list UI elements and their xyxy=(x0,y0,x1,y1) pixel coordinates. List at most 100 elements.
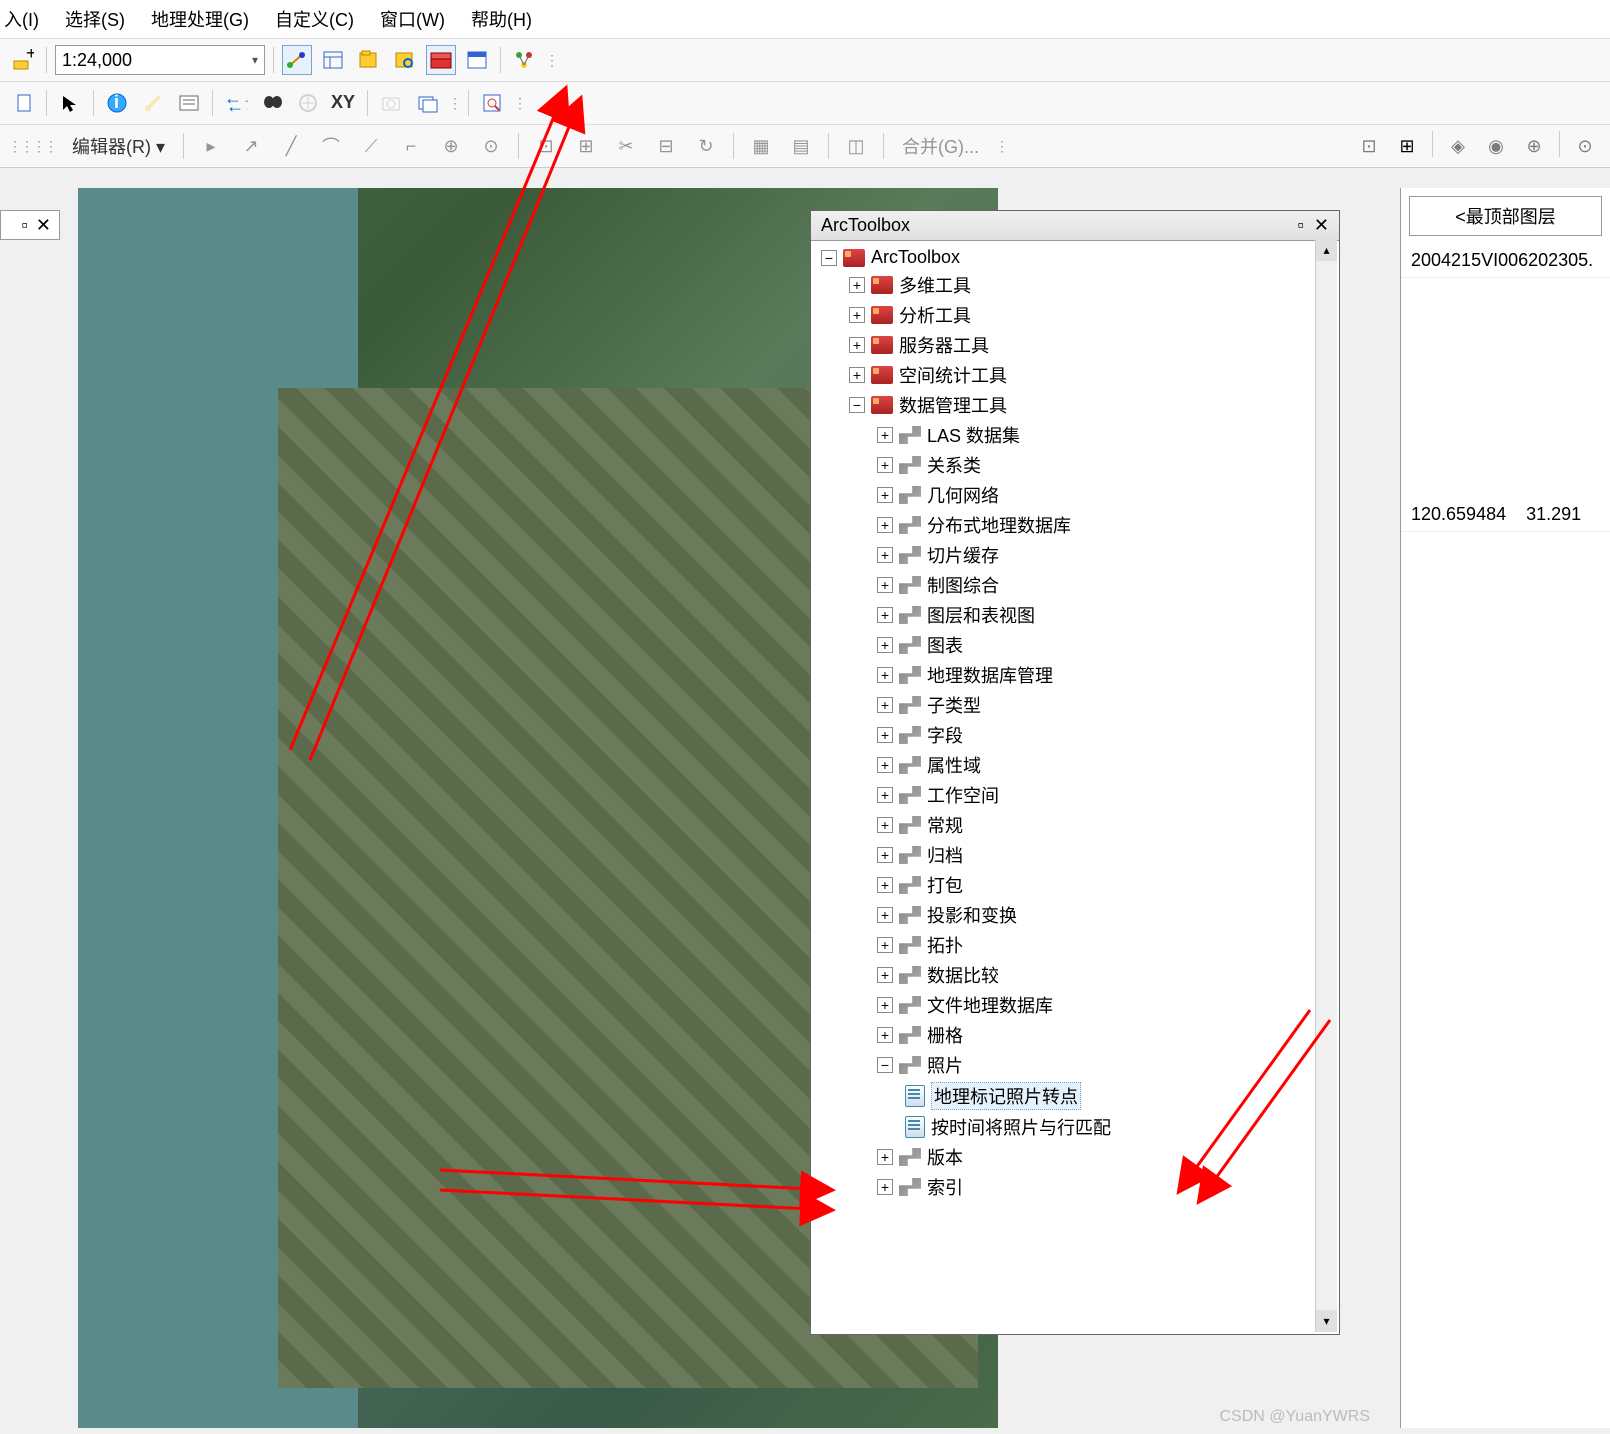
edit-annotation[interactable]: ↗ xyxy=(236,131,266,161)
tree-item[interactable]: +拓扑 xyxy=(813,930,1337,960)
attributes-button[interactable]: ▦ xyxy=(746,131,776,161)
tree-item[interactable]: +LAS 数据集 xyxy=(813,420,1337,450)
expand-icon[interactable]: + xyxy=(849,337,865,353)
tool-geotagged-photos[interactable]: 地理标记照片转点 xyxy=(813,1080,1337,1112)
expand-icon[interactable]: + xyxy=(877,907,893,923)
toolbox-tree[interactable]: −ArcToolbox +多维工具 +分析工具 +服务器工具 +空间统计工具 −… xyxy=(811,241,1339,1334)
scroll-up-button[interactable]: ▴ xyxy=(1316,239,1337,261)
create-features[interactable]: ◫ xyxy=(841,131,871,161)
straight-segment[interactable]: ╱ xyxy=(276,131,306,161)
tree-root[interactable]: −ArcToolbox xyxy=(813,245,1337,270)
reshape[interactable]: ⊞ xyxy=(571,131,601,161)
create-viewer-button[interactable] xyxy=(412,88,442,118)
expand-icon[interactable]: + xyxy=(877,997,893,1013)
end-point[interactable]: ⊙ xyxy=(476,131,506,161)
catalog-button[interactable] xyxy=(354,45,384,75)
expand-icon[interactable]: + xyxy=(877,967,893,983)
tree-item[interactable]: +归档 xyxy=(813,840,1337,870)
tree-item[interactable]: +分布式地理数据库 xyxy=(813,510,1337,540)
merge-menu[interactable]: 合并(G)... xyxy=(896,133,985,159)
trace-tool[interactable]: ⟋ xyxy=(356,131,386,161)
tree-item[interactable]: +数据比较 xyxy=(813,960,1337,990)
menu-help[interactable]: 帮助(H) xyxy=(467,4,536,34)
python-window-button[interactable] xyxy=(462,45,492,75)
expand-icon[interactable]: + xyxy=(877,727,893,743)
goto-xy-button[interactable]: XY xyxy=(329,88,359,118)
tree-item[interactable]: +制图综合 xyxy=(813,570,1337,600)
tree-item-photos[interactable]: −照片 xyxy=(813,1050,1337,1080)
tree-item[interactable]: +空间统计工具 xyxy=(813,360,1337,390)
toolbar-grip[interactable]: ⋮ xyxy=(448,95,460,112)
scroll-down-button[interactable]: ▾ xyxy=(1316,1310,1337,1332)
expand-icon[interactable]: + xyxy=(877,1179,893,1195)
close-icon[interactable]: ✕ xyxy=(36,215,51,235)
expand-icon[interactable]: + xyxy=(849,307,865,323)
expand-icon[interactable]: + xyxy=(849,277,865,293)
top-layer-selector[interactable]: <最顶部图层 xyxy=(1409,196,1602,236)
expand-icon[interactable]: + xyxy=(877,607,893,623)
tree-item[interactable]: +投影和变换 xyxy=(813,900,1337,930)
model-builder-button[interactable] xyxy=(509,45,539,75)
unknown-tool-5[interactable]: ⊕ xyxy=(1519,131,1549,161)
add-data-button[interactable]: + xyxy=(8,45,38,75)
expand-icon[interactable]: + xyxy=(877,697,893,713)
tree-item-data-mgmt[interactable]: −数据管理工具 xyxy=(813,390,1337,420)
expand-icon[interactable]: + xyxy=(877,577,893,593)
right-angle[interactable]: ⌐ xyxy=(396,131,426,161)
search-button[interactable] xyxy=(390,45,420,75)
tree-item[interactable]: +分析工具 xyxy=(813,300,1337,330)
layer-id-row[interactable]: 2004215VI006202305. xyxy=(1401,244,1610,278)
expand-icon[interactable]: + xyxy=(877,847,893,863)
collapse-icon[interactable]: − xyxy=(877,1057,893,1073)
tree-item[interactable]: +地理数据库管理 xyxy=(813,660,1337,690)
find-route-button[interactable] xyxy=(293,88,323,118)
menu-window[interactable]: 窗口(W) xyxy=(376,4,449,34)
tree-item[interactable]: +服务器工具 xyxy=(813,330,1337,360)
arctoolbox-titlebar[interactable]: ArcToolbox ▫ ✕ xyxy=(811,211,1339,241)
tree-item[interactable]: +几何网络 xyxy=(813,480,1337,510)
tree-item[interactable]: +栅格 xyxy=(813,1020,1337,1050)
expand-icon[interactable]: + xyxy=(877,787,893,803)
expand-icon[interactable]: + xyxy=(877,877,893,893)
split-tool[interactable]: ⊟ xyxy=(651,131,681,161)
find-button[interactable] xyxy=(257,88,287,118)
scrollbar[interactable]: ▴ ▾ xyxy=(1315,239,1337,1332)
tree-item[interactable]: +多维工具 xyxy=(813,270,1337,300)
pin-icon[interactable]: ▫ xyxy=(1298,215,1304,236)
viewer-window-button[interactable] xyxy=(477,88,507,118)
midpoint[interactable]: ⊕ xyxy=(436,131,466,161)
toolbar-grip[interactable]: ⋮⋮⋮⋮ xyxy=(8,138,56,155)
arctoolbox-button[interactable] xyxy=(426,45,456,75)
tree-item[interactable]: +关系类 xyxy=(813,450,1337,480)
tree-item[interactable]: +工作空间 xyxy=(813,780,1337,810)
unknown-tool-6[interactable]: ⊙ xyxy=(1570,131,1600,161)
collapse-icon[interactable]: − xyxy=(821,250,837,266)
collapse-icon[interactable]: − xyxy=(849,397,865,413)
tree-item[interactable]: +索引 xyxy=(813,1172,1337,1202)
hyperlink-button[interactable] xyxy=(138,88,168,118)
cut-polygons[interactable]: ✂ xyxy=(611,131,641,161)
tree-item[interactable]: +打包 xyxy=(813,870,1337,900)
editor-toolbar-button[interactable] xyxy=(282,45,312,75)
toolbar-grip[interactable]: ⋮ xyxy=(545,52,557,69)
sketch-props[interactable]: ▤ xyxy=(786,131,816,161)
tool-match-photos-time[interactable]: 按时间将照片与行匹配 xyxy=(813,1112,1337,1142)
identify-button[interactable]: i xyxy=(102,88,132,118)
expand-icon[interactable]: + xyxy=(877,457,893,473)
layout-button[interactable] xyxy=(8,88,38,118)
time-slider-button[interactable] xyxy=(376,88,406,118)
toolbar-grip[interactable]: ⋮ xyxy=(995,138,1007,155)
close-icon[interactable]: ✕ xyxy=(1314,215,1329,236)
tree-item[interactable]: +图表 xyxy=(813,630,1337,660)
menu-geoprocessing[interactable]: 地理处理(G) xyxy=(147,4,253,34)
rotate-tool[interactable]: ↻ xyxy=(691,131,721,161)
editor-menu[interactable]: 编辑器(R) ▾ xyxy=(66,133,171,159)
tree-item[interactable]: +版本 xyxy=(813,1142,1337,1172)
arc-segment[interactable]: ⌒ xyxy=(316,131,346,161)
tree-item[interactable]: +切片缓存 xyxy=(813,540,1337,570)
html-popup-button[interactable] xyxy=(174,88,204,118)
select-elements-button[interactable] xyxy=(55,88,85,118)
edit-vertices[interactable]: ⊡ xyxy=(531,131,561,161)
expand-icon[interactable]: + xyxy=(877,1149,893,1165)
tree-item[interactable]: +文件地理数据库 xyxy=(813,990,1337,1020)
